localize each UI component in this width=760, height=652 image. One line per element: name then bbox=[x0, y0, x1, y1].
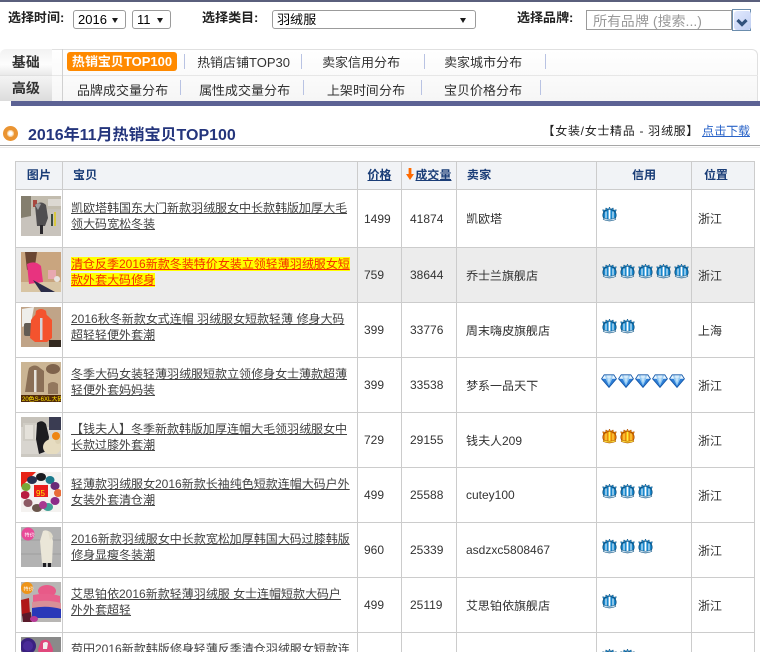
svg-text:特价: 特价 bbox=[24, 586, 34, 593]
svg-text:特价: 特价 bbox=[25, 532, 35, 539]
svg-text:20色S-6XL大码: 20色S-6XL大码 bbox=[22, 395, 61, 402]
svg-text:95: 95 bbox=[36, 489, 45, 498]
